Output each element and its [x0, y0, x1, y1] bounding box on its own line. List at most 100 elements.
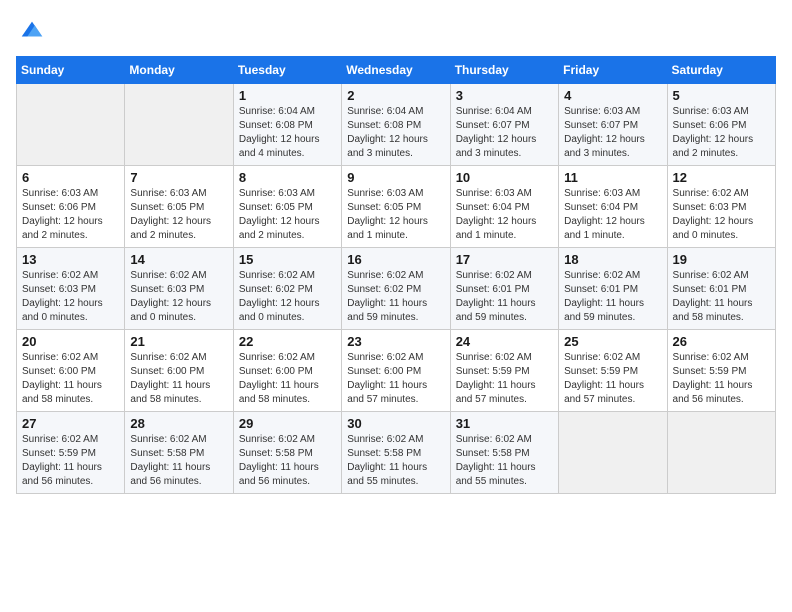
day-info: Sunrise: 6:03 AM Sunset: 6:07 PM Dayligh… — [564, 105, 661, 161]
day-info: Sunrise: 6:04 AM Sunset: 6:08 PM Dayligh… — [347, 105, 444, 161]
day-number: 26 — [673, 334, 770, 349]
calendar-week-row: 6 Sunrise: 6:03 AM Sunset: 6:06 PM Daylig… — [17, 166, 776, 248]
weekday-header: Sunday — [17, 57, 125, 84]
calendar-cell: 10 Sunrise: 6:03 AM Sunset: 6:04 PM Dayli… — [450, 166, 558, 248]
weekday-header: Wednesday — [342, 57, 450, 84]
day-info: Sunrise: 6:02 AM Sunset: 6:00 PM Dayligh… — [239, 351, 336, 407]
weekday-header: Monday — [125, 57, 233, 84]
calendar-cell — [559, 412, 667, 494]
calendar-cell: 31Sunrise: 6:02 AM Sunset: 5:58 PM Dayli… — [450, 412, 558, 494]
day-number: 14 — [130, 252, 227, 267]
day-info: Sunrise: 6:02 AM Sunset: 5:58 PM Dayligh… — [456, 433, 553, 489]
day-info: Sunrise: 6:02 AM Sunset: 6:03 PM Dayligh… — [130, 269, 227, 325]
calendar-cell: 13 Sunrise: 6:02 AM Sunset: 6:03 PM Dayli… — [17, 248, 125, 330]
calendar-cell: 29 Sunrise: 6:02 AM Sunset: 5:58 PM Dayli… — [233, 412, 341, 494]
day-info: Sunrise: 6:02 AM Sunset: 6:00 PM Dayligh… — [130, 351, 227, 407]
day-number: 24 — [456, 334, 553, 349]
weekday-header: Thursday — [450, 57, 558, 84]
day-number: 8 — [239, 170, 336, 185]
day-info: Sunrise: 6:02 AM Sunset: 6:00 PM Dayligh… — [347, 351, 444, 407]
day-info: Sunrise: 6:02 AM Sunset: 6:00 PM Dayligh… — [22, 351, 119, 407]
day-info: Sunrise: 6:02 AM Sunset: 6:02 PM Dayligh… — [347, 269, 444, 325]
logo-icon — [18, 16, 46, 44]
day-info: Sunrise: 6:03 AM Sunset: 6:04 PM Dayligh… — [456, 187, 553, 243]
day-info: Sunrise: 6:02 AM Sunset: 5:59 PM Dayligh… — [22, 433, 119, 489]
calendar-header-row: SundayMondayTuesdayWednesdayThursdayFrid… — [17, 57, 776, 84]
calendar-cell: 20 Sunrise: 6:02 AM Sunset: 6:00 PM Dayli… — [17, 330, 125, 412]
day-number: 13 — [22, 252, 119, 267]
calendar-cell: 23 Sunrise: 6:02 AM Sunset: 6:00 PM Dayli… — [342, 330, 450, 412]
calendar-week-row: 27 Sunrise: 6:02 AM Sunset: 5:59 PM Dayli… — [17, 412, 776, 494]
day-number: 5 — [673, 88, 770, 103]
day-number: 20 — [22, 334, 119, 349]
day-info: Sunrise: 6:03 AM Sunset: 6:06 PM Dayligh… — [22, 187, 119, 243]
calendar-cell: 5Sunrise: 6:03 AM Sunset: 6:06 PM Daylig… — [667, 84, 775, 166]
day-info: Sunrise: 6:04 AM Sunset: 6:07 PM Dayligh… — [456, 105, 553, 161]
day-info: Sunrise: 6:02 AM Sunset: 5:58 PM Dayligh… — [347, 433, 444, 489]
calendar-table: SundayMondayTuesdayWednesdayThursdayFrid… — [16, 56, 776, 494]
calendar-week-row: 13 Sunrise: 6:02 AM Sunset: 6:03 PM Dayli… — [17, 248, 776, 330]
logo — [16, 16, 46, 44]
day-info: Sunrise: 6:02 AM Sunset: 6:03 PM Dayligh… — [22, 269, 119, 325]
calendar-cell: 16Sunrise: 6:02 AM Sunset: 6:02 PM Dayli… — [342, 248, 450, 330]
weekday-header: Saturday — [667, 57, 775, 84]
day-number: 30 — [347, 416, 444, 431]
day-number: 25 — [564, 334, 661, 349]
day-info: Sunrise: 6:03 AM Sunset: 6:05 PM Dayligh… — [239, 187, 336, 243]
calendar-cell: 14 Sunrise: 6:02 AM Sunset: 6:03 PM Dayli… — [125, 248, 233, 330]
calendar-cell: 12Sunrise: 6:02 AM Sunset: 6:03 PM Dayli… — [667, 166, 775, 248]
calendar-cell — [667, 412, 775, 494]
day-info: Sunrise: 6:02 AM Sunset: 5:58 PM Dayligh… — [239, 433, 336, 489]
day-number: 22 — [239, 334, 336, 349]
calendar-week-row: 20 Sunrise: 6:02 AM Sunset: 6:00 PM Dayli… — [17, 330, 776, 412]
calendar-cell: 30 Sunrise: 6:02 AM Sunset: 5:58 PM Dayli… — [342, 412, 450, 494]
day-number: 19 — [673, 252, 770, 267]
calendar-cell: 8 Sunrise: 6:03 AM Sunset: 6:05 PM Daylig… — [233, 166, 341, 248]
day-number: 17 — [456, 252, 553, 267]
calendar-cell: 22 Sunrise: 6:02 AM Sunset: 6:00 PM Dayli… — [233, 330, 341, 412]
calendar-cell: 2 Sunrise: 6:04 AM Sunset: 6:08 PM Daylig… — [342, 84, 450, 166]
day-number: 27 — [22, 416, 119, 431]
calendar-cell: 9Sunrise: 6:03 AM Sunset: 6:05 PM Daylig… — [342, 166, 450, 248]
calendar-cell: 4Sunrise: 6:03 AM Sunset: 6:07 PM Daylig… — [559, 84, 667, 166]
calendar-cell: 21 Sunrise: 6:02 AM Sunset: 6:00 PM Dayli… — [125, 330, 233, 412]
day-info: Sunrise: 6:04 AM Sunset: 6:08 PM Dayligh… — [239, 105, 336, 161]
calendar-cell: 15 Sunrise: 6:02 AM Sunset: 6:02 PM Dayli… — [233, 248, 341, 330]
day-number: 23 — [347, 334, 444, 349]
calendar-cell — [125, 84, 233, 166]
day-number: 29 — [239, 416, 336, 431]
day-info: Sunrise: 6:03 AM Sunset: 6:05 PM Dayligh… — [347, 187, 444, 243]
calendar-cell: 11Sunrise: 6:03 AM Sunset: 6:04 PM Dayli… — [559, 166, 667, 248]
day-info: Sunrise: 6:02 AM Sunset: 5:59 PM Dayligh… — [673, 351, 770, 407]
day-number: 2 — [347, 88, 444, 103]
day-info: Sunrise: 6:02 AM Sunset: 5:59 PM Dayligh… — [564, 351, 661, 407]
calendar-cell: 7 Sunrise: 6:03 AM Sunset: 6:05 PM Daylig… — [125, 166, 233, 248]
day-number: 12 — [673, 170, 770, 185]
day-info: Sunrise: 6:02 AM Sunset: 6:01 PM Dayligh… — [673, 269, 770, 325]
day-number: 6 — [22, 170, 119, 185]
calendar-cell: 3Sunrise: 6:04 AM Sunset: 6:07 PM Daylig… — [450, 84, 558, 166]
calendar-cell: 1Sunrise: 6:04 AM Sunset: 6:08 PM Daylig… — [233, 84, 341, 166]
calendar-cell: 19 Sunrise: 6:02 AM Sunset: 6:01 PM Dayli… — [667, 248, 775, 330]
calendar-cell: 18Sunrise: 6:02 AM Sunset: 6:01 PM Dayli… — [559, 248, 667, 330]
day-number: 28 — [130, 416, 227, 431]
day-info: Sunrise: 6:02 AM Sunset: 6:02 PM Dayligh… — [239, 269, 336, 325]
day-number: 10 — [456, 170, 553, 185]
calendar-week-row: 1Sunrise: 6:04 AM Sunset: 6:08 PM Daylig… — [17, 84, 776, 166]
calendar-cell: 26 Sunrise: 6:02 AM Sunset: 5:59 PM Dayli… — [667, 330, 775, 412]
calendar-cell: 6 Sunrise: 6:03 AM Sunset: 6:06 PM Daylig… — [17, 166, 125, 248]
calendar-cell: 25 Sunrise: 6:02 AM Sunset: 5:59 PM Dayli… — [559, 330, 667, 412]
weekday-header: Friday — [559, 57, 667, 84]
day-number: 11 — [564, 170, 661, 185]
calendar-cell: 28 Sunrise: 6:02 AM Sunset: 5:58 PM Dayli… — [125, 412, 233, 494]
day-number: 15 — [239, 252, 336, 267]
day-number: 21 — [130, 334, 227, 349]
calendar-cell — [17, 84, 125, 166]
weekday-header: Tuesday — [233, 57, 341, 84]
day-number: 18 — [564, 252, 661, 267]
day-info: Sunrise: 6:02 AM Sunset: 5:58 PM Dayligh… — [130, 433, 227, 489]
day-number: 7 — [130, 170, 227, 185]
day-info: Sunrise: 6:02 AM Sunset: 5:59 PM Dayligh… — [456, 351, 553, 407]
day-info: Sunrise: 6:03 AM Sunset: 6:05 PM Dayligh… — [130, 187, 227, 243]
day-info: Sunrise: 6:02 AM Sunset: 6:01 PM Dayligh… — [456, 269, 553, 325]
